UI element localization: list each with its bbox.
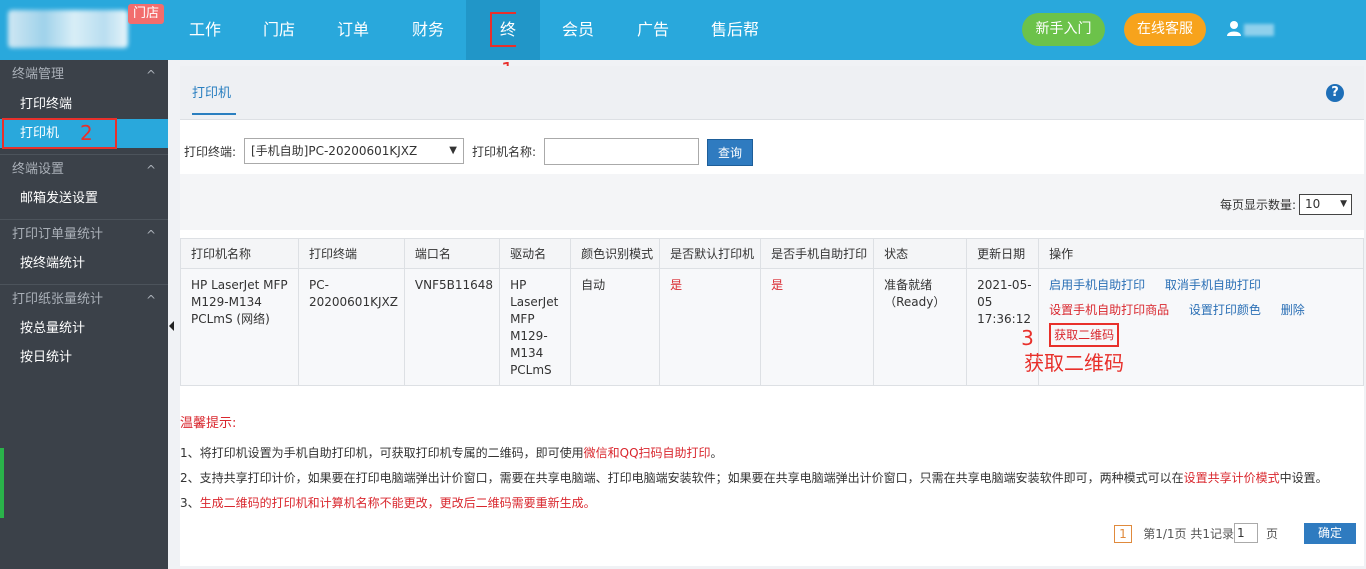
chevron-up-icon: ^ bbox=[145, 68, 156, 82]
column-header: 打印机名称 bbox=[180, 238, 299, 269]
get-qr-code-link[interactable]: 获取二维码 bbox=[1054, 328, 1114, 342]
nav-member[interactable]: 会员 bbox=[540, 0, 616, 60]
nav-workbench[interactable]: 工作台 bbox=[168, 0, 242, 99]
current-page[interactable]: 1 bbox=[1114, 525, 1132, 543]
sidebar-item-email-settings[interactable]: 邮箱发送设置 bbox=[0, 184, 168, 213]
chevron-up-icon: ^ bbox=[145, 293, 156, 307]
sidebar-group-print-order-stats[interactable]: 打印订单量统计 ^ bbox=[0, 219, 168, 249]
column-header: 端口名 bbox=[403, 238, 501, 269]
sidebar-item-print-terminal[interactable]: 打印终端 bbox=[0, 90, 168, 119]
annotation-qr-hint: 获取二维码 bbox=[1024, 351, 1125, 375]
logo-image bbox=[8, 10, 128, 48]
column-header: 颜色识别模式 bbox=[570, 238, 661, 269]
column-header: 是否默认打印机 bbox=[659, 238, 762, 269]
tips-title: 温馨提示: bbox=[180, 416, 237, 431]
tip-1: 1、将打印机设置为手机自助打印机，可获取打印机专属的二维码，即可使用微信和QQ扫… bbox=[180, 446, 723, 460]
sidebar-item-stats-by-terminal[interactable]: 按终端统计 bbox=[0, 249, 168, 278]
sidebar-group-terminal-management[interactable]: 终端管理 ^ bbox=[0, 60, 168, 90]
printer-name-input[interactable] bbox=[544, 138, 699, 165]
sidebar-item-stats-daily[interactable]: 按日统计 bbox=[0, 343, 168, 372]
annotation-box-2 bbox=[2, 118, 117, 149]
printer-name-label: 打印机名称: bbox=[472, 145, 537, 159]
sidebar-scroll-indicator[interactable] bbox=[0, 448, 4, 518]
table-header-row: 打印机名称 打印终端 端口名 驱动名 颜色识别模式 是否默认打印机 是否手机自助… bbox=[180, 238, 1364, 269]
main-content: 打印机 ? 打印终端: [手机自助]PC-20200601KJXZ ▼ 打印机名… bbox=[180, 66, 1364, 566]
column-header: 是否手机自助打印 bbox=[760, 238, 875, 269]
chevron-up-icon: ^ bbox=[145, 228, 156, 242]
sidebar-collapse-icon[interactable] bbox=[169, 321, 174, 331]
nav-after-sales[interactable]: 售后帮助 bbox=[690, 0, 780, 99]
top-bar: 门店 工作台 门店 订单 财务 终端 会员 广告 售后帮助 新手入门 在线客服 bbox=[0, 0, 1366, 107]
main-nav: 工作台 门店 订单 财务 终端 会员 广告 售后帮助 bbox=[168, 0, 780, 107]
page-unit: 页 bbox=[1265, 527, 1278, 541]
annotation-box-3: 获取二维码 bbox=[1049, 323, 1120, 347]
pagination: 1 第1/1页 共1记录 1 页 确定 bbox=[1096, 523, 1356, 545]
is-mobile-cell: 是 bbox=[760, 268, 875, 386]
chevron-down-icon: ▼ bbox=[1340, 199, 1347, 209]
is-default-cell: 是 bbox=[659, 268, 762, 386]
tips-section: 温馨提示: 1、将打印机设置为手机自助打印机，可获取打印机专属的二维码，即可使用… bbox=[180, 412, 1364, 516]
page-size-label: 每页显示数量: bbox=[1219, 198, 1296, 212]
printer-terminal-cell: PC-20200601KJXZ bbox=[298, 268, 405, 386]
tab-printer[interactable]: 打印机 bbox=[192, 82, 236, 115]
sidebar: 终端管理 ^ 打印终端 打印机 2 终端设置 ^ 邮箱发送设置 打印订单量统计 ^ 按… bbox=[0, 60, 168, 569]
nav-terminal[interactable]: 终端 bbox=[466, 0, 540, 107]
driver-cell: HP LaserJet MFP M129-M134 PCLmS bbox=[499, 268, 572, 386]
goto-confirm-button[interactable]: 确定 bbox=[1304, 523, 1356, 544]
nav-ads[interactable]: 广告 bbox=[616, 0, 690, 60]
column-header: 状态 bbox=[873, 238, 968, 269]
sidebar-group-paper-stats[interactable]: 打印纸张量统计 ^ bbox=[0, 284, 168, 314]
tip-3: 3、生成二维码的打印机和计算机名称不能更改，更改后二维码需要重新生成。 bbox=[180, 496, 596, 510]
annotation-number-2: 2 bbox=[80, 121, 93, 145]
annotation-number-3: 3 bbox=[1021, 326, 1034, 350]
page-size-select[interactable]: 10 ▼ bbox=[1299, 194, 1352, 215]
port-cell: VNF5B11648 bbox=[403, 268, 501, 386]
color-mode-cell: 自动 bbox=[570, 268, 661, 386]
chevron-up-icon: ^ bbox=[145, 163, 156, 177]
nav-store[interactable]: 门店 bbox=[242, 0, 316, 60]
nav-order[interactable]: 订单 bbox=[316, 0, 390, 60]
page-summary: 第1/1页 共1记录 bbox=[1143, 527, 1234, 541]
page-size-bar: 每页显示数量: 10 ▼ bbox=[180, 174, 1364, 230]
delete-link[interactable]: 删除 bbox=[1281, 303, 1305, 317]
tip-2: 2、支持共享打印计价，如果要在打印电脑端弹出计价窗口，需要在共享电脑端、打印电脑… bbox=[180, 471, 1328, 485]
sidebar-item-stats-total[interactable]: 按总量统计 bbox=[0, 314, 168, 343]
set-print-color-link[interactable]: 设置打印颜色 bbox=[1189, 303, 1261, 317]
set-mobile-goods-link[interactable]: 设置手机自助打印商品 bbox=[1049, 303, 1169, 317]
column-header: 驱动名 bbox=[499, 238, 572, 269]
chevron-down-icon: ▼ bbox=[449, 145, 457, 156]
sidebar-item-printer[interactable]: 打印机 2 bbox=[0, 118, 168, 149]
filter-bar: 打印终端: [手机自助]PC-20200601KJXZ ▼ 打印机名称: 查询 bbox=[180, 138, 1080, 166]
tab-bar: 打印机 ? bbox=[180, 66, 1364, 120]
terminal-select[interactable]: [手机自助]PC-20200601KJXZ ▼ bbox=[244, 138, 464, 164]
printer-table: 打印机名称 打印终端 端口名 驱动名 颜色识别模式 是否默认打印机 是否手机自助… bbox=[180, 238, 1364, 386]
table-row: HP LaserJet MFP M129-M134 PCLmS (网络) PC-… bbox=[180, 268, 1364, 386]
query-button[interactable]: 查询 bbox=[707, 139, 753, 166]
tip-1-highlight: 微信和QQ扫码自助打印 bbox=[583, 446, 711, 460]
goto-page-input[interactable]: 1 bbox=[1234, 523, 1258, 543]
nav-finance[interactable]: 财务 bbox=[390, 0, 466, 60]
printer-name-cell: HP LaserJet MFP M129-M134 PCLmS (网络) bbox=[180, 268, 299, 386]
logo[interactable]: 门店 bbox=[0, 0, 168, 60]
beginner-guide-button[interactable]: 新手入门 bbox=[1022, 13, 1105, 46]
sidebar-group-terminal-settings[interactable]: 终端设置 ^ bbox=[0, 154, 168, 184]
shared-pricing-link[interactable]: 设置共享计价模式 bbox=[1184, 471, 1280, 485]
help-icon[interactable]: ? bbox=[1326, 84, 1344, 102]
user-name[interactable] bbox=[1244, 24, 1274, 36]
terminal-filter-label: 打印终端: bbox=[184, 145, 237, 159]
column-header: 更新日期 bbox=[966, 238, 1040, 269]
enable-mobile-print-link[interactable]: 启用手机自助打印 bbox=[1049, 278, 1145, 292]
user-icon[interactable] bbox=[1226, 20, 1242, 36]
status-cell: 准备就绪 （Ready） bbox=[873, 268, 968, 386]
cancel-mobile-print-link[interactable]: 取消手机自助打印 bbox=[1165, 278, 1261, 292]
operations-cell: 启用手机自助打印 取消手机自助打印 设置手机自助打印商品 设置打印颜色 删除 3… bbox=[1021, 268, 1364, 386]
column-header: 操作 bbox=[1038, 238, 1364, 269]
store-badge: 门店 bbox=[128, 4, 165, 24]
online-service-button[interactable]: 在线客服 bbox=[1124, 13, 1206, 46]
column-header: 打印终端 bbox=[298, 238, 405, 269]
